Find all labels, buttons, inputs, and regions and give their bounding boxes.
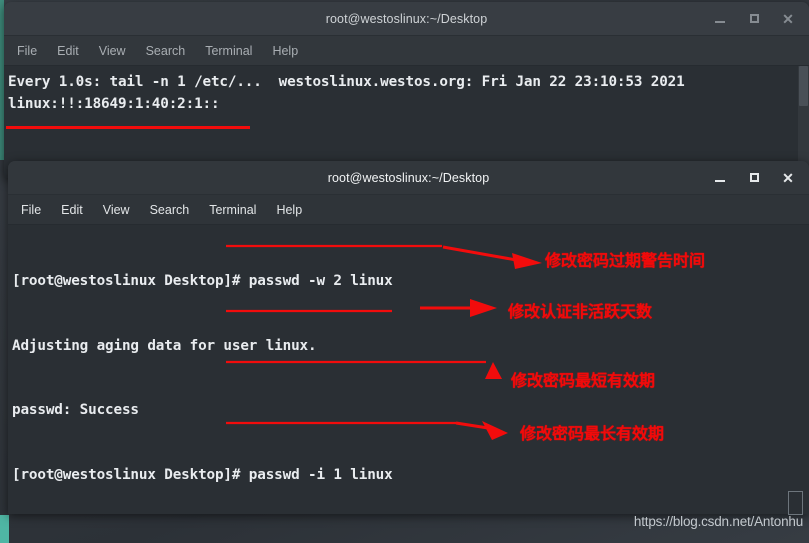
minimize-button[interactable] xyxy=(713,171,727,185)
terminal-line: Adjusting aging data for user linux. xyxy=(12,337,317,354)
terminal-line-watch-2: linux:!!:18649:1:40:2:1:: xyxy=(8,95,220,112)
window-title-passwd: root@westoslinux:~/Desktop xyxy=(327,170,490,185)
menu-item-help[interactable]: Help xyxy=(275,201,303,219)
menubar-watch: File Edit View Search Terminal Help xyxy=(4,36,809,66)
menu-item-search[interactable]: Search xyxy=(145,42,187,60)
menubar-passwd: File Edit View Search Terminal Help xyxy=(8,195,809,225)
menu-item-edit[interactable]: Edit xyxy=(60,201,84,219)
menu-item-terminal[interactable]: Terminal xyxy=(204,42,253,60)
terminal-line: passwd: Success xyxy=(12,402,139,418)
terminal-window-watch[interactable]: root@westoslinux:~/Desktop ✕ File Edit V… xyxy=(4,2,809,178)
menu-item-file[interactable]: File xyxy=(20,201,42,219)
titlebar-passwd[interactable]: root@westoslinux:~/Desktop ✕ xyxy=(8,161,809,195)
scrollbar-thumb[interactable] xyxy=(799,66,808,106)
window-title-watch: root@westoslinux:~/Desktop xyxy=(325,11,488,26)
terminal-lines-passwd: [root@westoslinux Desktop]# passwd -w 2 … xyxy=(8,225,809,514)
terminal-line: [root@westoslinux Desktop]# passwd -w 2 … xyxy=(12,273,393,289)
menu-item-edit[interactable]: Edit xyxy=(56,42,80,60)
terminal-window-passwd[interactable]: root@westoslinux:~/Desktop ✕ File Edit V… xyxy=(8,161,809,514)
titlebar-watch[interactable]: root@westoslinux:~/Desktop ✕ xyxy=(4,2,809,36)
desktop-accent-stripe-bottom xyxy=(0,515,9,543)
close-icon[interactable]: ✕ xyxy=(781,12,795,26)
terminal-output-passwd[interactable]: [root@westoslinux Desktop]# passwd -w 2 … xyxy=(8,225,809,514)
minimize-button[interactable] xyxy=(713,12,727,26)
terminal-line-watch-0: Every 1.0s: tail -n 1 /etc/... westoslin… xyxy=(8,74,685,90)
maximize-button[interactable] xyxy=(747,171,761,185)
menu-item-terminal[interactable]: Terminal xyxy=(208,201,257,219)
menu-item-help[interactable]: Help xyxy=(271,42,299,60)
window-controls-watch: ✕ xyxy=(713,12,809,26)
window-controls-passwd: ✕ xyxy=(713,171,809,185)
watermark-box xyxy=(788,491,803,515)
menu-item-search[interactable]: Search xyxy=(149,201,191,219)
maximize-button[interactable] xyxy=(747,12,761,26)
menu-item-view[interactable]: View xyxy=(102,201,131,219)
terminal-line: [root@westoslinux Desktop]# passwd -i 1 … xyxy=(12,466,393,483)
close-icon[interactable]: ✕ xyxy=(781,171,795,185)
menu-item-view[interactable]: View xyxy=(98,42,127,60)
watermark-text: https://blog.csdn.net/Antonhu xyxy=(633,514,803,529)
menu-item-file[interactable]: File xyxy=(16,42,38,60)
